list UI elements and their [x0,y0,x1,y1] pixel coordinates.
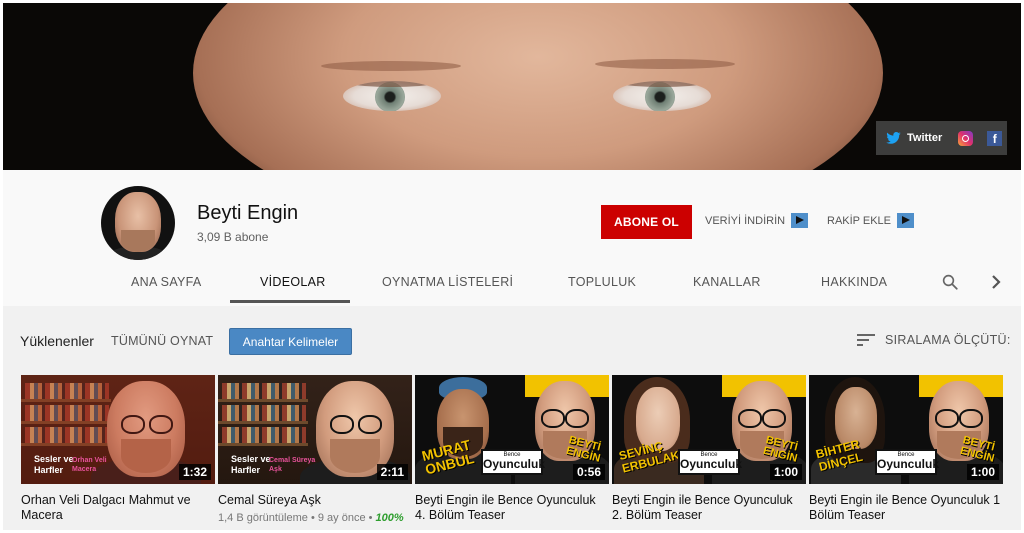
tab-community[interactable]: TOPLULUK [568,275,636,289]
active-tab-indicator [230,300,350,303]
twitter-icon[interactable] [886,132,901,144]
show-logo: Bence Oyunculuk [481,449,545,475]
video-thumbnail[interactable]: Sesler ve Harfler Orhan Veli Macera 1:32 [21,375,215,484]
download-data-label: VERİYİ İNDİRİN [705,214,786,227]
video-title[interactable]: Orhan Veli Dalgacı Mahmut ve Macera [21,493,215,523]
video-thumbnail[interactable]: BİHTER DİNÇEL BEYTİ ENGİN Bence Oyunculuk 1… [809,375,1003,484]
video-title[interactable]: Cemal Süreya Aşk [218,493,412,508]
banner-face-image [193,3,883,170]
video-thumbnail[interactable]: Sesler ve Harfler Cemal Süreya Aşk 2:11 [218,375,412,484]
download-data-button[interactable]: VERİYİ İNDİRİN [705,213,809,228]
show-logo: Bence Oyunculuk [678,449,742,475]
tab-channels[interactable]: KANALLAR [693,275,761,289]
twitter-link[interactable]: Twitter [907,132,942,144]
video-title[interactable]: Beyti Engin ile Bence Oyunculuk 1 Bölüm … [809,493,1003,523]
chevron-right-icon[interactable] [989,274,1003,290]
video-title[interactable]: Beyti Engin ile Bence Oyunculuk 2. Bölüm… [612,493,806,523]
uploads-section: Yüklenenler TÜMÜNÜ OYNAT Anahtar Kelimel… [3,306,1021,530]
tab-about[interactable]: HAKKINDA [821,275,887,289]
subscribe-button[interactable]: ABONE OL [601,205,692,239]
social-links: Twitter f [876,121,1007,155]
play-arrow-icon [791,213,809,228]
channel-banner: Twitter f [3,3,1021,170]
facebook-icon[interactable]: f [987,130,1003,146]
channel-header: Beyti Engin 3,09 B abone ABONE OL VERİYİ… [3,170,1021,303]
avatar[interactable] [101,186,175,260]
sort-by-menu[interactable]: SIRALAMA ÖLÇÜTÜ: [885,333,1011,347]
video-duration: 1:00 [966,464,999,480]
add-competitor-button[interactable]: RAKİP EKLE [827,213,914,228]
tab-home[interactable]: ANA SAYFA [131,275,202,289]
video-card[interactable]: BİHTER DİNÇEL BEYTİ ENGİN Bence Oyunculuk 1… [809,375,1003,523]
banner-brow [321,61,461,71]
play-all-link[interactable]: TÜMÜNÜ OYNAT [111,334,213,348]
video-duration: 1:32 [178,464,211,480]
thumbnail-caption: Sesler ve Harfler [231,454,271,475]
section-title: Yüklenenler [20,333,94,349]
keywords-button[interactable]: Anahtar Kelimeler [229,328,352,355]
video-card[interactable]: MURAT ONBUL BEYTİ ENGİN Bence Oyunculuk 0:5… [415,375,609,523]
show-logo: Bence Oyunculuk [875,449,939,475]
channel-tabs: ANA SAYFA VİDEOLAR OYNATMA LİSTELERİ TOP… [3,265,1021,303]
view-count: 1,4 B görüntüleme [218,512,308,524]
video-meta: 1,4 B görüntüleme • 9 ay önce • 100% [218,512,404,524]
banner-eye [343,81,441,111]
thumbnail-subtitle: Orhan Veli Macera [72,457,107,473]
subscriber-count: 3,09 B abone [197,230,269,244]
upload-age: 9 ay önce [317,512,366,524]
video-card[interactable]: SEVİNÇ ERBULAK BEYTİ ENGİN Bence Oyunculuk … [612,375,806,523]
banner-eye [613,81,711,111]
thumbnail-caption: Sesler ve Harfler [34,454,74,475]
sort-icon[interactable] [857,333,875,347]
instagram-icon[interactable] [958,130,974,146]
video-duration: 0:56 [572,464,605,480]
thumbnail-subtitle: Cemal Süreya Aşk [269,457,316,473]
video-duration: 1:00 [769,464,802,480]
add-competitor-label: RAKİP EKLE [827,214,891,227]
tab-videos[interactable]: VİDEOLAR [260,275,326,289]
video-card[interactable]: Sesler ve Harfler Cemal Süreya Aşk 2:11 Ce… [218,375,412,524]
rating-percent: 100% [375,512,404,524]
video-thumbnail[interactable]: SEVİNÇ ERBULAK BEYTİ ENGİN Bence Oyunculuk … [612,375,806,484]
channel-name: Beyti Engin [197,202,299,224]
banner-brow [595,59,735,69]
search-icon[interactable] [941,273,959,291]
video-card[interactable]: Sesler ve Harfler Orhan Veli Macera 1:32 O… [21,375,215,523]
tab-playlists[interactable]: OYNATMA LİSTELERİ [382,275,513,289]
video-duration: 2:11 [376,464,408,480]
video-thumbnail[interactable]: MURAT ONBUL BEYTİ ENGİN Bence Oyunculuk 0:5… [415,375,609,484]
youtube-channel-page: Twitter f Beyti Engin 3,09 B abone ABONE… [3,3,1021,530]
play-arrow-icon [897,213,914,228]
video-title[interactable]: Beyti Engin ile Bence Oyunculuk 4. Bölüm… [415,493,609,523]
